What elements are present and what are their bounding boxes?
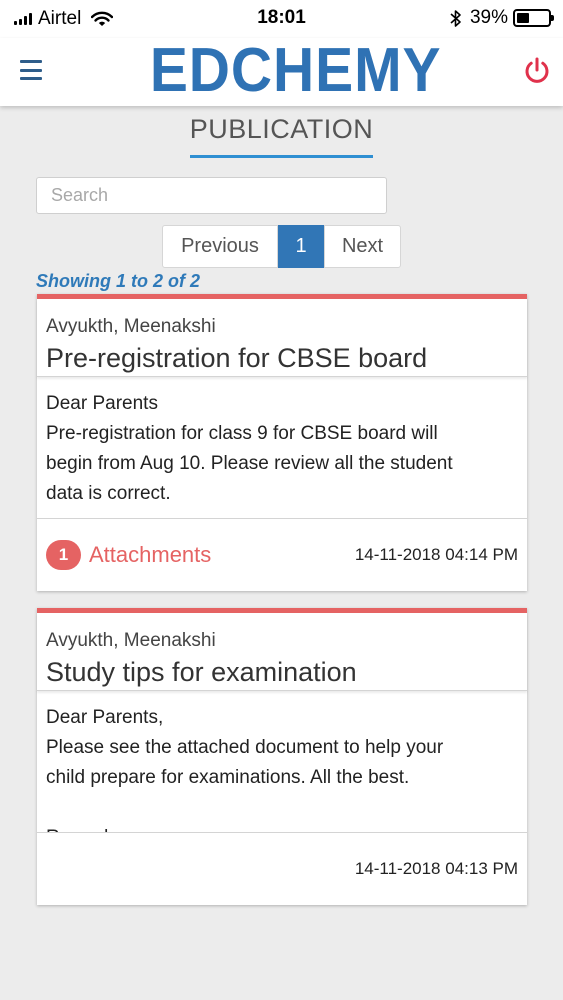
body-line: begin from Aug 10. Please review all the… [46, 453, 453, 474]
search-input[interactable] [36, 177, 387, 214]
card-body: Dear Parents Pre-registration for class … [37, 377, 527, 519]
pagination: Previous 1 Next [162, 225, 401, 268]
attachments-link[interactable]: 1 Attachments [46, 540, 211, 570]
battery-percent: 39% [469, 7, 508, 28]
card-header: Avyukth, Meenakshi Pre-registration for … [37, 299, 527, 377]
hamburger-icon[interactable] [20, 60, 42, 80]
publication-card[interactable]: Avyukth, Meenakshi Study tips for examin… [37, 608, 527, 905]
battery-icon [513, 9, 554, 27]
card-body: Dear Parents, Please see the attached do… [37, 691, 527, 833]
body-line: Regards [46, 823, 518, 832]
body-line: data is correct. [46, 483, 171, 504]
publication-card[interactable]: Avyukth, Meenakshi Pre-registration for … [37, 294, 527, 591]
app-logo: EDCHEMY [149, 36, 442, 105]
page-1-button[interactable]: 1 [278, 225, 324, 268]
card-author: Avyukth, Meenakshi [46, 630, 216, 651]
attachments-label: Attachments [89, 542, 212, 567]
card-date: 14-11-2018 04:14 PM [354, 545, 518, 564]
card-footer: 14-11-2018 04:13 PM [37, 833, 527, 905]
results-count: Showing 1 to 2 of 2 [36, 271, 201, 291]
card-header: Avyukth, Meenakshi Study tips for examin… [37, 613, 527, 691]
body-line: Dear Parents, [46, 707, 164, 728]
power-icon[interactable] [523, 56, 551, 86]
card-subject: Study tips for examination [46, 657, 357, 687]
body-line: Please see the attached document to help… [46, 737, 444, 758]
body-line: Dear Parents [46, 393, 158, 414]
card-author: Avyukth, Meenakshi [46, 316, 216, 337]
next-page-button[interactable]: Next [324, 225, 401, 268]
body-line: child prepare for examinations. All the … [46, 767, 410, 788]
previous-page-button[interactable]: Previous [162, 225, 278, 268]
title-underline [190, 155, 373, 158]
status-right: 39% [450, 7, 554, 29]
body-line [46, 793, 518, 823]
attachment-count-badge: 1 [46, 540, 81, 570]
page-title: PUBLICATION [189, 114, 374, 144]
body-line: Pre-registration for class 9 for CBSE bo… [46, 423, 438, 444]
status-bar: Airtel 18:01 39% [0, 0, 563, 38]
card-date: 14-11-2018 04:13 PM [354, 859, 518, 878]
card-footer: 1 Attachments 14-11-2018 04:14 PM [37, 519, 527, 591]
app-header: EDCHEMY [0, 38, 563, 106]
bluetooth-icon [450, 9, 461, 27]
card-subject: Pre-registration for CBSE board [46, 343, 428, 373]
